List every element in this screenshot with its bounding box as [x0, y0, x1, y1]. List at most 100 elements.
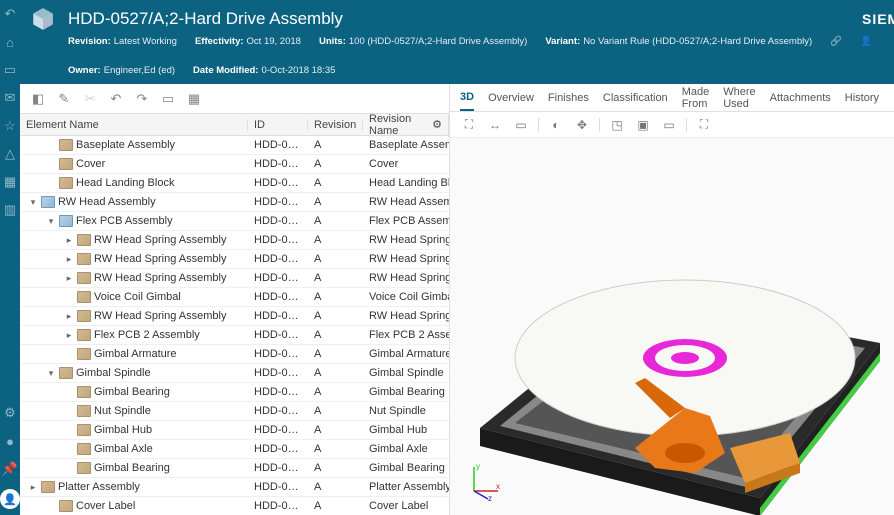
viewer-toolbar: ⛶ ↔ ▭ ◐ ✥ ◳ ▣ ▭ ⛶ [450, 112, 894, 138]
item-name: Head Landing Block [76, 177, 174, 189]
favorites-icon[interactable]: ☆ [2, 118, 18, 134]
table-row[interactable]: ▸RW Head Spring AssemblyHDD-0533ARW Head… [20, 307, 449, 326]
expand-toggle[interactable]: ▾ [46, 216, 56, 227]
item-icon [77, 348, 91, 360]
brand-logo: SIEMENS [862, 11, 894, 27]
3d-viewer[interactable]: y x z [450, 138, 894, 515]
expand-toggle[interactable]: ▸ [64, 254, 74, 265]
redo-icon[interactable]: ↷ [134, 91, 150, 107]
col-revision-name[interactable]: Revision Name⚙ [363, 113, 449, 137]
item-name: Gimbal Hub [94, 424, 152, 436]
item-icon [59, 367, 73, 379]
table-row[interactable]: Gimbal ArmatureHDD-0509AGimbal Armature [20, 345, 449, 364]
item-icon [77, 291, 91, 303]
zoom-area-icon[interactable]: ▭ [512, 118, 530, 132]
save-icon[interactable]: ▭ [160, 91, 176, 107]
item-name: Gimbal Spindle [76, 367, 151, 379]
item-icon [77, 329, 91, 341]
table-row[interactable]: ▾RW Head AssemblyHDD-0511ARW Head Assemb… [20, 193, 449, 212]
item-icon [77, 462, 91, 474]
table-row[interactable]: Baseplate AssemblyHDD-0507ABaseplate Ass… [20, 136, 449, 155]
table-row[interactable]: Gimbal BearingHDD-0548AGimbal Bearing [20, 383, 449, 402]
link-icon[interactable]: 🔗 [830, 36, 842, 47]
item-icon [77, 234, 91, 246]
select-icon[interactable]: ▣ [634, 118, 652, 132]
toggle-panel-icon[interactable]: ◧ [30, 91, 46, 107]
fit-all-icon[interactable]: ↔ [486, 118, 504, 132]
expand-icon[interactable]: ⛶ [695, 117, 713, 132]
table-row[interactable]: ▾Gimbal SpindleHDD-0540AGimbal Spindle [20, 364, 449, 383]
tab-where-used[interactable]: Where Used [723, 80, 755, 116]
undo-icon[interactable]: ↶ [108, 91, 124, 107]
col-revision[interactable]: Revision [308, 119, 363, 131]
back-icon[interactable]: ↶ [2, 6, 18, 22]
table-row[interactable]: ▾Flex PCB AssemblyHDD-0535AFlex PCB Asse… [20, 212, 449, 231]
col-settings-icon[interactable]: ⚙ [432, 118, 442, 131]
tab-3d[interactable]: 3D [460, 85, 474, 111]
table-row[interactable]: Nut SpindleHDD-0534ANut Spindle [20, 402, 449, 421]
object-header: HDD-0527/A;2-Hard Drive Assembly SIEMENS… [20, 0, 894, 84]
cut-icon[interactable]: ✂ [82, 91, 98, 107]
home-icon[interactable]: ⌂ [2, 34, 18, 50]
table-row[interactable]: Gimbal BearingHDD-0548AGimbal Bearing [20, 459, 449, 478]
table-row[interactable]: ▸RW Head Spring AssemblyHDD-0533ARW Head… [20, 231, 449, 250]
tab-finishes[interactable]: Finishes [548, 86, 589, 110]
tab-made-from[interactable]: Made From [682, 80, 710, 116]
table-row[interactable]: ▸RW Head Spring AssemblyHDD-0533ARW Head… [20, 250, 449, 269]
item-icon [77, 386, 91, 398]
table-row[interactable]: CoverHDD-0532ACover [20, 155, 449, 174]
expand-toggle[interactable]: ▸ [28, 482, 38, 493]
configure-icon[interactable]: ▦ [186, 91, 202, 107]
tab-history[interactable]: History [845, 86, 879, 110]
item-name: RW Head Spring Assembly [94, 272, 226, 284]
expand-toggle[interactable]: ▸ [64, 273, 74, 284]
item-icon [41, 481, 55, 493]
item-name: Cover [76, 158, 105, 170]
expand-toggle[interactable]: ▸ [64, 330, 74, 341]
rotate-icon[interactable]: ◐ [547, 118, 565, 132]
tab-overview[interactable]: Overview [488, 86, 534, 110]
section-icon[interactable]: ◳ [608, 118, 626, 132]
item-icon [59, 139, 73, 151]
item-icon [77, 424, 91, 436]
item-name: Platter Assembly [58, 481, 140, 493]
table-row[interactable]: Cover LabelHDD-0500ACover Label [20, 497, 449, 515]
axis-indicator: y x z [464, 461, 504, 501]
table-row[interactable]: ▸Platter AssemblyHDD-0513APlatter Assemb… [20, 478, 449, 497]
schedule-icon[interactable]: ▦ [2, 174, 18, 190]
expand-toggle[interactable]: ▾ [46, 368, 56, 379]
hdd-model [460, 168, 890, 515]
table-row[interactable]: Gimbal AxleHDD-0544AGimbal Axle [20, 440, 449, 459]
table-row[interactable]: Head Landing BlockHDD-0528AHead Landing … [20, 174, 449, 193]
item-name: Gimbal Axle [94, 443, 153, 455]
item-name: Nut Spindle [94, 405, 151, 417]
edit-icon[interactable]: ✎ [56, 91, 72, 107]
item-name: Gimbal Bearing [94, 462, 170, 474]
settings-icon[interactable]: ⚙ [2, 405, 18, 421]
tab-attachments[interactable]: Attachments [770, 86, 831, 110]
object-type-icon [28, 4, 58, 34]
expand-toggle[interactable]: ▸ [64, 235, 74, 246]
tab-classification[interactable]: Classification [603, 86, 668, 110]
inbox-icon[interactable]: ✉ [2, 90, 18, 106]
table-row[interactable]: Gimbal HubHDD-0519AGimbal Hub [20, 421, 449, 440]
expand-toggle[interactable]: ▸ [64, 311, 74, 322]
table-row[interactable]: Voice Coil GimbalHDD-0518AVoice Coil Gim… [20, 288, 449, 307]
folder-icon[interactable]: ▭ [2, 62, 18, 78]
help-icon[interactable]: ● [2, 433, 18, 449]
measure-icon[interactable]: ▭ [660, 118, 678, 132]
changes-icon[interactable]: △ [2, 146, 18, 162]
expand-toggle[interactable]: ▾ [28, 197, 38, 208]
item-name: RW Head Spring Assembly [94, 253, 226, 265]
col-name[interactable]: Element Name [20, 119, 248, 131]
reports-icon[interactable]: ▥ [2, 202, 18, 218]
pin-icon[interactable]: 📌 [2, 461, 18, 477]
user-avatar[interactable]: 👤 [0, 489, 20, 509]
fit-icon[interactable]: ⛶ [460, 117, 478, 132]
table-row[interactable]: ▸RW Head Spring AssemblyHDD-0533ARW Head… [20, 269, 449, 288]
table-row[interactable]: ▸Flex PCB 2 AssemblyHDD-0550AFlex PCB 2 … [20, 326, 449, 345]
nav-rail: ↶ ⌂ ▭ ✉ ☆ △ ▦ ▥ ⚙ ● 📌 👤 [0, 0, 20, 515]
col-id[interactable]: ID [248, 119, 308, 131]
pan-icon[interactable]: ✥ [573, 118, 591, 132]
item-icon [59, 177, 73, 189]
